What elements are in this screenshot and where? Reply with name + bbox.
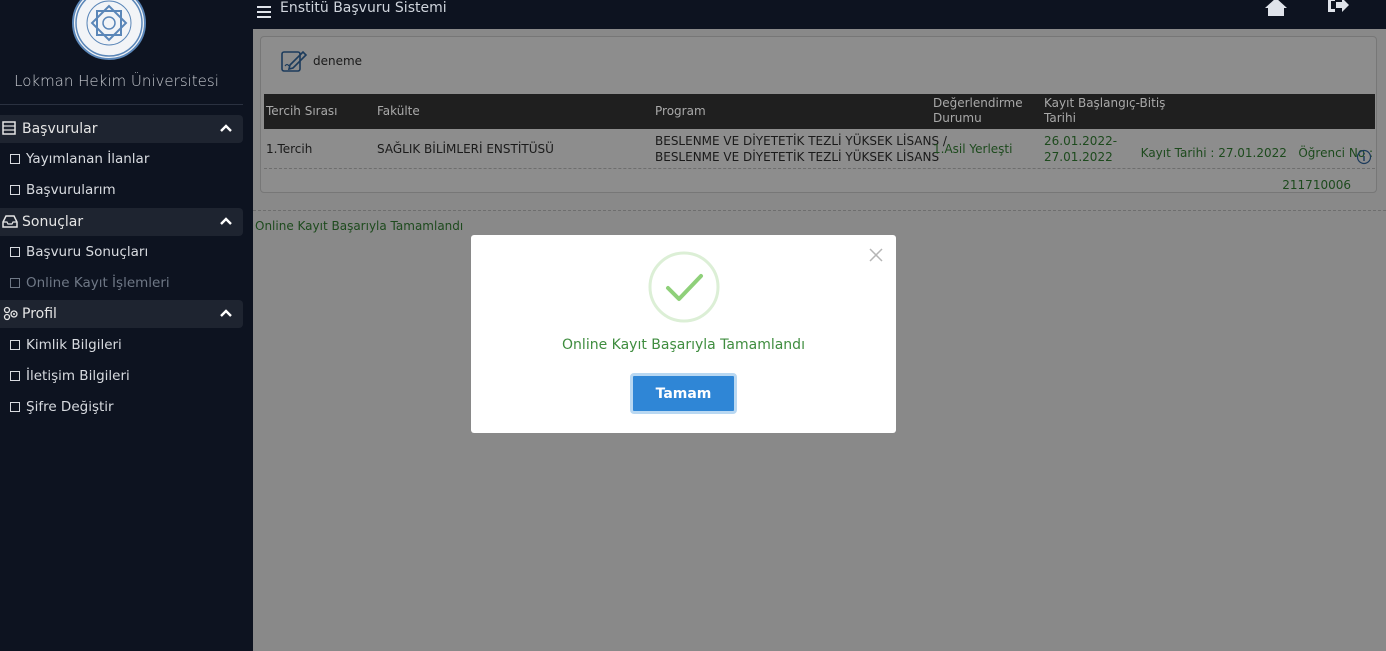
table-header: Tercih Sırası Fakülte Program Değerlendi…	[264, 94, 1375, 129]
chevron-up-icon[interactable]	[219, 214, 233, 228]
cell-dates: 26.01.2022- 27.01.2022	[1044, 133, 1117, 165]
column-header-dates-line1: Kayıt Başlangıç-Bitiş	[1044, 96, 1166, 110]
menu-section-profil[interactable]: Profil	[0, 300, 243, 328]
divider	[253, 210, 1386, 211]
square-icon	[10, 247, 20, 257]
app-title: Enstitü Başvuru Sistemi	[280, 0, 447, 16]
users-cog-icon	[2, 306, 18, 322]
table-row: 1.Tercih SAĞLIK BİLİMLERİ ENSTİTÜSÜ BESL…	[264, 129, 1375, 192]
column-header-order: Tercih Sırası	[266, 104, 338, 118]
square-icon	[10, 278, 20, 288]
column-header-evaluation-line1: Değerlendirme	[933, 96, 1023, 110]
chevron-up-icon[interactable]	[219, 306, 233, 320]
chevron-up-icon[interactable]	[219, 121, 233, 135]
info-icon[interactable]	[1356, 149, 1372, 165]
sidebar-item-label: İletişim Bilgileri	[26, 368, 130, 384]
success-dialog: Online Kayıt Başarıyla Tamamlandı Tamam	[471, 235, 896, 433]
close-icon[interactable]	[868, 247, 884, 263]
ok-button[interactable]: Tamam	[630, 373, 737, 414]
menu-section-label: Profil	[22, 306, 57, 322]
column-header-dates: Kayıt Başlangıç-Bitiş Tarihi	[1044, 96, 1165, 126]
panel-header: deneme	[281, 49, 362, 73]
inbox-icon	[2, 214, 18, 230]
sidebar-item-label: Kimlik Bilgileri	[26, 337, 122, 353]
sidebar-item-basvuru-sonuclari[interactable]: Başvuru Sonuçları	[10, 244, 148, 260]
cell-status: 1.Asil Yerleşti	[933, 142, 1013, 156]
square-icon	[10, 154, 20, 164]
university-name: Lokman Hekim Üniversitesi	[14, 72, 219, 90]
cell-faculty: SAĞLIK BİLİMLERİ ENSTİTÜSÜ	[377, 142, 554, 156]
sidebar-item-iletisim-bilgileri[interactable]: İletişim Bilgileri	[10, 368, 130, 384]
hamburger-menu-icon[interactable]	[257, 6, 273, 20]
panel-title: deneme	[313, 54, 363, 68]
menu-section-label: Sonuçlar	[22, 214, 84, 230]
sidebar-item-label: Online Kayıt İşlemleri	[26, 275, 170, 291]
sidebar-item-kimlik-bilgileri[interactable]: Kimlik Bilgileri	[10, 337, 122, 353]
student-number: 211710006	[1282, 178, 1351, 192]
university-logo	[72, 0, 146, 60]
column-header-dates-line2: Tarihi	[1044, 111, 1076, 125]
sidebar-item-basvurularim[interactable]: Başvurularım	[10, 182, 116, 198]
edit-document-icon	[281, 50, 308, 72]
sidebar-item-label: Şifre Değiştir	[26, 399, 114, 415]
sidebar-item-yayimlanan-ilanlar[interactable]: Yayımlanan İlanlar	[10, 151, 149, 167]
cell-date-end: 27.01.2022	[1044, 150, 1113, 164]
cell-registration-info: Kayıt Tarihi : 27.01.2022 Öğrenci No : 2…	[1110, 129, 1373, 209]
building-icon	[2, 121, 18, 137]
dialog-message: Online Kayıt Başarıyla Tamamlandı	[562, 337, 805, 353]
sidebar-item-label: Yayımlanan İlanlar	[26, 151, 150, 167]
home-icon[interactable]	[1263, 0, 1289, 16]
square-icon	[10, 371, 20, 381]
cell-program: BESLENME VE DİYETETİK TEZLİ YÜKSEK LİSAN…	[655, 133, 947, 165]
sidebar-item-online-kayit-islemleri[interactable]: Online Kayıt İşlemleri	[10, 275, 170, 291]
menu-section-label: Başvurular	[22, 121, 98, 137]
column-header-evaluation: Değerlendirme Durumu	[933, 96, 1023, 126]
registration-info-line1: Kayıt Tarihi : 27.01.2022 Öğrenci No :	[1140, 146, 1373, 160]
cell-order: 1.Tercih	[266, 142, 313, 156]
logout-icon[interactable]	[1326, 0, 1350, 14]
menu-section-sonuclar[interactable]: Sonuçlar	[0, 208, 243, 236]
menu-section-basvurular[interactable]: Başvurular	[0, 115, 243, 143]
square-icon	[10, 185, 20, 195]
cell-date-start: 26.01.2022-	[1044, 134, 1118, 148]
column-header-program: Program	[655, 104, 706, 118]
cell-program-line1: BESLENME VE DİYETETİK TEZLİ YÜKSEK LİSAN…	[655, 134, 947, 148]
sidebar: Lokman Hekim Üniversitesi Başvurular Yay…	[0, 0, 253, 651]
status-message: Online Kayıt Başarıyla Tamamlandı	[255, 219, 464, 233]
application-panel: deneme Tercih Sırası Fakülte Program Değ…	[260, 36, 1377, 193]
top-bar: Enstitü Başvuru Sistemi	[253, 0, 1386, 29]
cell-program-line2: BESLENME VE DİYETETİK TEZLİ YÜKSEK LİSAN…	[655, 150, 940, 164]
sidebar-divider	[0, 104, 243, 105]
sidebar-item-label: Başvuru Sonuçları	[26, 244, 149, 260]
column-header-evaluation-line2: Durumu	[933, 111, 982, 125]
square-icon	[10, 340, 20, 350]
column-header-faculty: Fakülte	[377, 104, 420, 118]
sidebar-item-label: Başvurularım	[26, 182, 116, 198]
success-check-icon	[648, 251, 720, 323]
square-icon	[10, 402, 20, 412]
sidebar-item-sifre-degistir[interactable]: Şifre Değiştir	[10, 399, 114, 415]
